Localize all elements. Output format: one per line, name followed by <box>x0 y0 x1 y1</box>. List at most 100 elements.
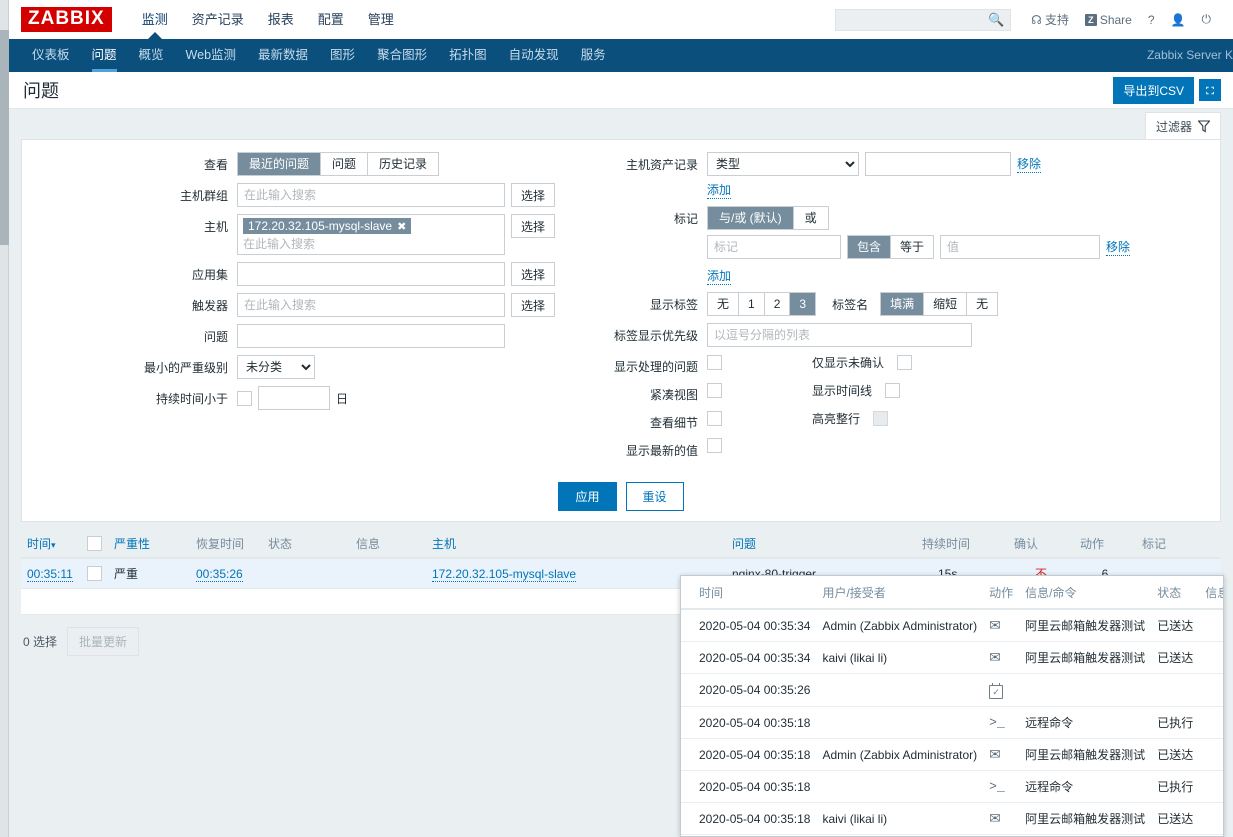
tag-operator-contains[interactable]: 包含 <box>848 236 892 258</box>
power-icon[interactable]: ⏻ <box>1194 8 1220 32</box>
tag-evaltype-segmented-control[interactable]: 与/或 (默认) 或 <box>707 206 829 230</box>
col-host[interactable]: 主机 <box>426 530 726 559</box>
filter-label-show-suppressed: 显示处理的问题 <box>613 360 698 374</box>
subnav-item-latest-data[interactable]: 最新数据 <box>247 39 319 72</box>
application-select-button[interactable]: 选择 <box>511 262 556 286</box>
show-tags-none[interactable]: 无 <box>708 293 740 315</box>
main-nav-administration[interactable]: 管理 <box>356 0 406 39</box>
subnav-item-overview[interactable]: 概览 <box>128 39 175 72</box>
view-segmented-control[interactable]: 最近的问题 问题 历史记录 <box>237 152 440 176</box>
compact-view-checkbox[interactable] <box>707 383 722 398</box>
show-latest-values-checkbox[interactable] <box>707 438 722 453</box>
host-chip[interactable]: 172.20.32.105-mysql-slave ✖ <box>243 218 412 234</box>
tag-operator-segmented-control[interactable]: 包含 等于 <box>847 235 935 259</box>
share-link[interactable]: Z Share <box>1077 8 1140 32</box>
cell-recovery-time-link[interactable]: 00:35:26 <box>196 566 243 582</box>
host-input-placeholder[interactable]: 在此输入搜索 <box>243 236 499 252</box>
age-days-input[interactable] <box>258 386 330 410</box>
col-problem[interactable]: 问题 <box>726 530 916 559</box>
subnav-item-maps[interactable]: 拓扑图 <box>438 39 498 72</box>
trigger-input[interactable] <box>237 293 505 317</box>
subnav-item-services[interactable]: 服务 <box>570 39 617 72</box>
host-chip-remove-icon[interactable]: ✖ <box>397 220 406 233</box>
page-title-actions: 导出到CSV <box>1113 76 1221 104</box>
subnav-item-dashboard[interactable]: 仪表板 <box>21 39 81 72</box>
tag-evaltype-or[interactable]: 或 <box>793 207 828 229</box>
tag-name-none[interactable]: 无 <box>967 293 998 315</box>
unack-only-checkbox[interactable] <box>897 355 913 370</box>
view-option-problems[interactable]: 问题 <box>321 153 369 175</box>
tag-name-input[interactable] <box>707 235 841 259</box>
filter-tab[interactable]: 过滤器 <box>1144 112 1221 139</box>
support-link[interactable]: ☊ 支持 <box>1023 8 1077 32</box>
page-scrollbar-thumb[interactable] <box>0 30 9 245</box>
show-tags-2[interactable]: 2 <box>764 293 791 315</box>
tag-name-full[interactable]: 填满 <box>881 293 925 315</box>
age-unit-label: 日 <box>336 391 349 406</box>
show-suppressed-checkbox[interactable] <box>707 355 722 370</box>
col-time[interactable]: 时间▾ <box>21 530 81 559</box>
mass-update-button[interactable]: 批量更新 <box>67 627 140 656</box>
global-search[interactable]: 🔍 <box>835 8 1012 31</box>
age-checkbox[interactable] <box>237 390 252 406</box>
apply-button[interactable]: 应用 <box>558 482 617 511</box>
cell-time-link[interactable]: 00:35:11 <box>27 566 73 582</box>
tag-name-short[interactable]: 缩短 <box>924 293 968 315</box>
cell-host-link[interactable]: 172.20.32.105-mysql-slave <box>432 566 577 582</box>
subnav-item-discovery[interactable]: 自动发现 <box>498 39 570 72</box>
inventory-field-select[interactable]: 类型 <box>707 152 859 176</box>
user-profile-icon[interactable]: 👤 <box>1163 8 1194 32</box>
tag-evaltype-andor[interactable]: 与/或 (默认) <box>708 207 794 229</box>
main-nav-configuration[interactable]: 配置 <box>306 0 356 39</box>
popup-cell-message: 远程命令 <box>1019 706 1152 739</box>
zabbix-logo[interactable]: ZABBIX <box>21 7 112 32</box>
trigger-select-button[interactable]: 选择 <box>511 293 556 317</box>
search-input[interactable] <box>842 11 984 28</box>
problem-input[interactable] <box>237 324 505 348</box>
page-scrollbar[interactable] <box>0 0 9 837</box>
filter-tab-label: 过滤器 <box>1155 119 1192 134</box>
show-tags-3[interactable]: 3 <box>790 293 816 315</box>
view-option-recent[interactable]: 最近的问题 <box>238 153 322 175</box>
min-severity-select[interactable]: 未分类 <box>237 355 315 379</box>
col-severity[interactable]: 严重性 <box>108 530 190 559</box>
reset-button[interactable]: 重设 <box>625 482 684 511</box>
show-tags-segmented-control[interactable]: 无 1 2 3 <box>707 292 817 316</box>
inventory-remove-link[interactable]: 移除 <box>1017 155 1042 173</box>
host-multiselect[interactable]: 172.20.32.105-mysql-slave ✖ 在此输入搜索 <box>237 214 505 255</box>
inventory-add-link[interactable]: 添加 <box>707 181 732 199</box>
view-option-history[interactable]: 历史记录 <box>368 153 439 175</box>
col-select-all[interactable] <box>81 530 108 559</box>
cell-time[interactable]: 00:35:11 <box>21 558 81 589</box>
help-link[interactable]: ? <box>1140 8 1163 32</box>
row-checkbox[interactable] <box>87 566 102 582</box>
tag-priority-input[interactable] <box>707 323 972 347</box>
popup-col-message: 信息/命令 <box>1019 576 1152 610</box>
host-group-select-button[interactable]: 选择 <box>511 183 556 207</box>
main-nav-monitoring[interactable]: 监测 <box>130 0 180 39</box>
tag-add-link[interactable]: 添加 <box>707 267 732 285</box>
show-timeline-checkbox[interactable] <box>885 383 901 398</box>
host-select-button[interactable]: 选择 <box>511 214 556 238</box>
main-nav-inventory[interactable]: 资产记录 <box>180 0 256 39</box>
subnav-item-problems[interactable]: 问题 <box>81 39 128 72</box>
main-nav-reports[interactable]: 报表 <box>256 0 306 39</box>
tag-remove-link[interactable]: 移除 <box>1106 238 1131 256</box>
popup-header-row: 时间 用户/接受者 动作 信息/命令 状态 信息 <box>681 576 1223 610</box>
application-input[interactable] <box>237 262 505 286</box>
tag-operator-equals[interactable]: 等于 <box>891 236 934 258</box>
inventory-value-input[interactable] <box>865 152 1011 176</box>
tag-name-segmented-control[interactable]: 填满 缩短 无 <box>880 292 999 316</box>
subnav-item-graphs[interactable]: 图形 <box>319 39 366 72</box>
select-all-checkbox[interactable] <box>87 536 102 552</box>
show-details-checkbox[interactable] <box>707 411 722 426</box>
subnav-item-web[interactable]: Web监测 <box>175 39 247 72</box>
export-csv-button[interactable]: 导出到CSV <box>1113 76 1194 104</box>
host-group-input[interactable] <box>237 183 505 207</box>
cell-recovery-time[interactable]: 00:35:26 <box>190 558 262 589</box>
kiosk-mode-button[interactable] <box>1199 79 1221 101</box>
cell-select[interactable] <box>81 558 108 589</box>
show-tags-1[interactable]: 1 <box>739 293 765 315</box>
subnav-item-screens[interactable]: 聚合图形 <box>366 39 438 72</box>
tag-value-input[interactable] <box>940 235 1101 259</box>
